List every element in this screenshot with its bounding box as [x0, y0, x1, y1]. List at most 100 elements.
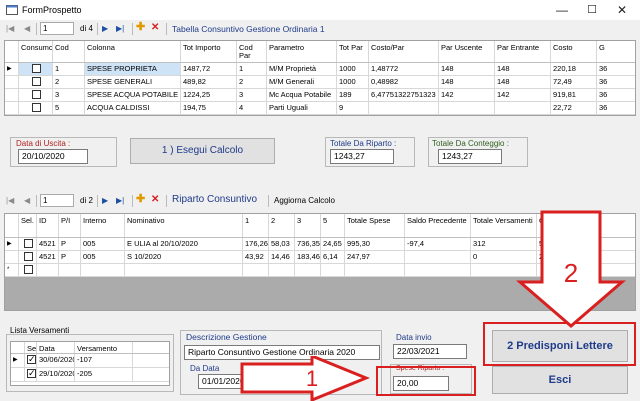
table-cell[interactable]: [495, 102, 551, 114]
table-cell[interactable]: 4521: [37, 251, 59, 263]
table-cell[interactable]: [295, 264, 321, 276]
select-checkbox[interactable]: [19, 102, 53, 114]
table-cell[interactable]: 36: [597, 76, 635, 88]
row-indicator[interactable]: ▶: [11, 354, 25, 367]
row-indicator[interactable]: [5, 251, 19, 263]
table-cell[interactable]: [81, 264, 125, 276]
position-input-2[interactable]: 1: [40, 194, 74, 207]
table-cell[interactable]: [243, 264, 269, 276]
totale-conteggio-input[interactable]: 1243,27: [438, 149, 502, 164]
table-cell[interactable]: 29/10/2020: [37, 368, 75, 381]
table-cell[interactable]: Parti Uguali: [267, 102, 337, 114]
column-header[interactable]: Costo/Par: [369, 41, 439, 62]
move-first-icon[interactable]: |◀: [6, 23, 14, 35]
table-cell[interactable]: -97,4: [405, 238, 471, 250]
table-cell[interactable]: M/M Generali: [267, 76, 337, 88]
table-cell[interactable]: 148: [439, 76, 495, 88]
table-cell[interactable]: [405, 264, 471, 276]
table-cell[interactable]: 148: [495, 63, 551, 75]
row-indicator[interactable]: [5, 89, 19, 101]
column-header[interactable]: 3: [295, 214, 321, 237]
column-header[interactable]: G: [597, 41, 635, 62]
select-checkbox[interactable]: [19, 264, 37, 276]
checkbox-icon[interactable]: [24, 239, 33, 248]
delete-icon-2[interactable]: ✕: [151, 194, 159, 206]
checkbox-icon[interactable]: [32, 90, 41, 99]
table-cell[interactable]: 736,35: [295, 238, 321, 250]
table-row[interactable]: ▶ 30/06/2020-107: [11, 354, 169, 368]
row-indicator[interactable]: [5, 102, 19, 114]
table-cell[interactable]: 148: [439, 63, 495, 75]
column-header[interactable]: Nominativo: [125, 214, 243, 237]
column-header[interactable]: Cod: [53, 41, 85, 62]
table-cell[interactable]: 30/06/2020: [37, 354, 75, 367]
table-cell[interactable]: 72,49: [551, 76, 597, 88]
versamenti-grid[interactable]: Sel.DataVersamento ▶ 30/06/2020-10729/10/…: [10, 341, 170, 386]
table-cell[interactable]: 220,18: [551, 63, 597, 75]
checkbox-icon[interactable]: [32, 77, 41, 86]
table-cell[interactable]: E ULIA al 20/10/2020: [125, 238, 243, 250]
checkbox-icon[interactable]: [27, 368, 36, 379]
table-cell[interactable]: 176,26: [243, 238, 269, 250]
table-cell[interactable]: [269, 264, 295, 276]
table-row[interactable]: 3 SPESE ACQUA POTABILE 1224,25 3 Mc Acqua Po…: [5, 89, 635, 102]
select-checkbox[interactable]: [25, 354, 37, 367]
column-header[interactable]: Sel.: [25, 342, 37, 353]
move-next-icon-2[interactable]: ▶: [102, 195, 108, 207]
table-cell[interactable]: 43,92: [243, 251, 269, 263]
column-header[interactable]: Consumo: [19, 41, 53, 62]
table-cell[interactable]: 189: [337, 89, 369, 101]
table-cell[interactable]: 142: [439, 89, 495, 101]
table-cell[interactable]: P: [59, 251, 81, 263]
table-cell[interactable]: 489,82: [181, 76, 237, 88]
esci-button[interactable]: Esci: [492, 366, 628, 394]
table-cell[interactable]: 24,65: [321, 238, 345, 250]
table-row[interactable]: ▶ 1 SPESE PROPRIETA 1487,72 1 M/M Proprietà 10…: [5, 63, 635, 76]
table-cell[interactable]: 0,48982: [369, 76, 439, 88]
table-cell[interactable]: 6,47751322751323: [369, 89, 439, 101]
table-cell[interactable]: -205: [75, 368, 133, 381]
table-cell[interactable]: 194,75: [181, 102, 237, 114]
table-cell[interactable]: 1224,25: [181, 89, 237, 101]
table-cell[interactable]: 6,14: [321, 251, 345, 263]
table-cell[interactable]: 36: [597, 89, 635, 101]
table-cell[interactable]: Mc Acqua Potabile: [267, 89, 337, 101]
checkbox-icon[interactable]: [27, 354, 36, 365]
table-cell[interactable]: 148: [495, 76, 551, 88]
table-cell[interactable]: [125, 264, 243, 276]
position-input-1[interactable]: 1: [40, 22, 74, 35]
table-cell[interactable]: 58,03: [269, 238, 295, 250]
select-checkbox[interactable]: [19, 238, 37, 250]
row-indicator[interactable]: *: [5, 264, 19, 276]
table-cell[interactable]: [345, 264, 405, 276]
table-cell[interactable]: [369, 102, 439, 114]
table-cell[interactable]: 005: [81, 238, 125, 250]
table-cell[interactable]: 247,97: [345, 251, 405, 263]
column-header[interactable]: Data: [37, 342, 75, 353]
table-cell[interactable]: 1000: [337, 76, 369, 88]
table-cell[interactable]: SPESE GENERALI: [85, 76, 181, 88]
totale-riparto-input[interactable]: 1243,27: [330, 149, 394, 164]
checkbox-icon[interactable]: [32, 64, 41, 73]
table-cell[interactable]: 3: [53, 89, 85, 101]
checkbox-icon[interactable]: [32, 103, 41, 112]
column-header[interactable]: 1: [243, 214, 269, 237]
table-cell[interactable]: -107: [75, 354, 133, 367]
move-previous-icon[interactable]: ◀: [24, 23, 30, 35]
table-cell[interactable]: M/M Proprietà: [267, 63, 337, 75]
table-cell[interactable]: 36: [597, 63, 635, 75]
table-cell[interactable]: 4521: [37, 238, 59, 250]
move-next-icon[interactable]: ▶: [102, 23, 108, 35]
table-cell[interactable]: 22,72: [551, 102, 597, 114]
column-header[interactable]: Tot Par: [337, 41, 369, 62]
table-cell[interactable]: 1487,72: [181, 63, 237, 75]
column-header[interactable]: Tot Importo: [181, 41, 237, 62]
table-cell[interactable]: 5: [53, 102, 85, 114]
column-header[interactable]: Interno: [81, 214, 125, 237]
move-first-icon-2[interactable]: |◀: [6, 195, 14, 207]
table-cell[interactable]: P: [59, 238, 81, 250]
table-cell[interactable]: SPESE ACQUA POTABILE: [85, 89, 181, 101]
esegui-calcolo-button[interactable]: 1 ) Esegui Calcolo: [130, 138, 275, 164]
table-cell[interactable]: 4: [237, 102, 267, 114]
table-cell[interactable]: [405, 251, 471, 263]
